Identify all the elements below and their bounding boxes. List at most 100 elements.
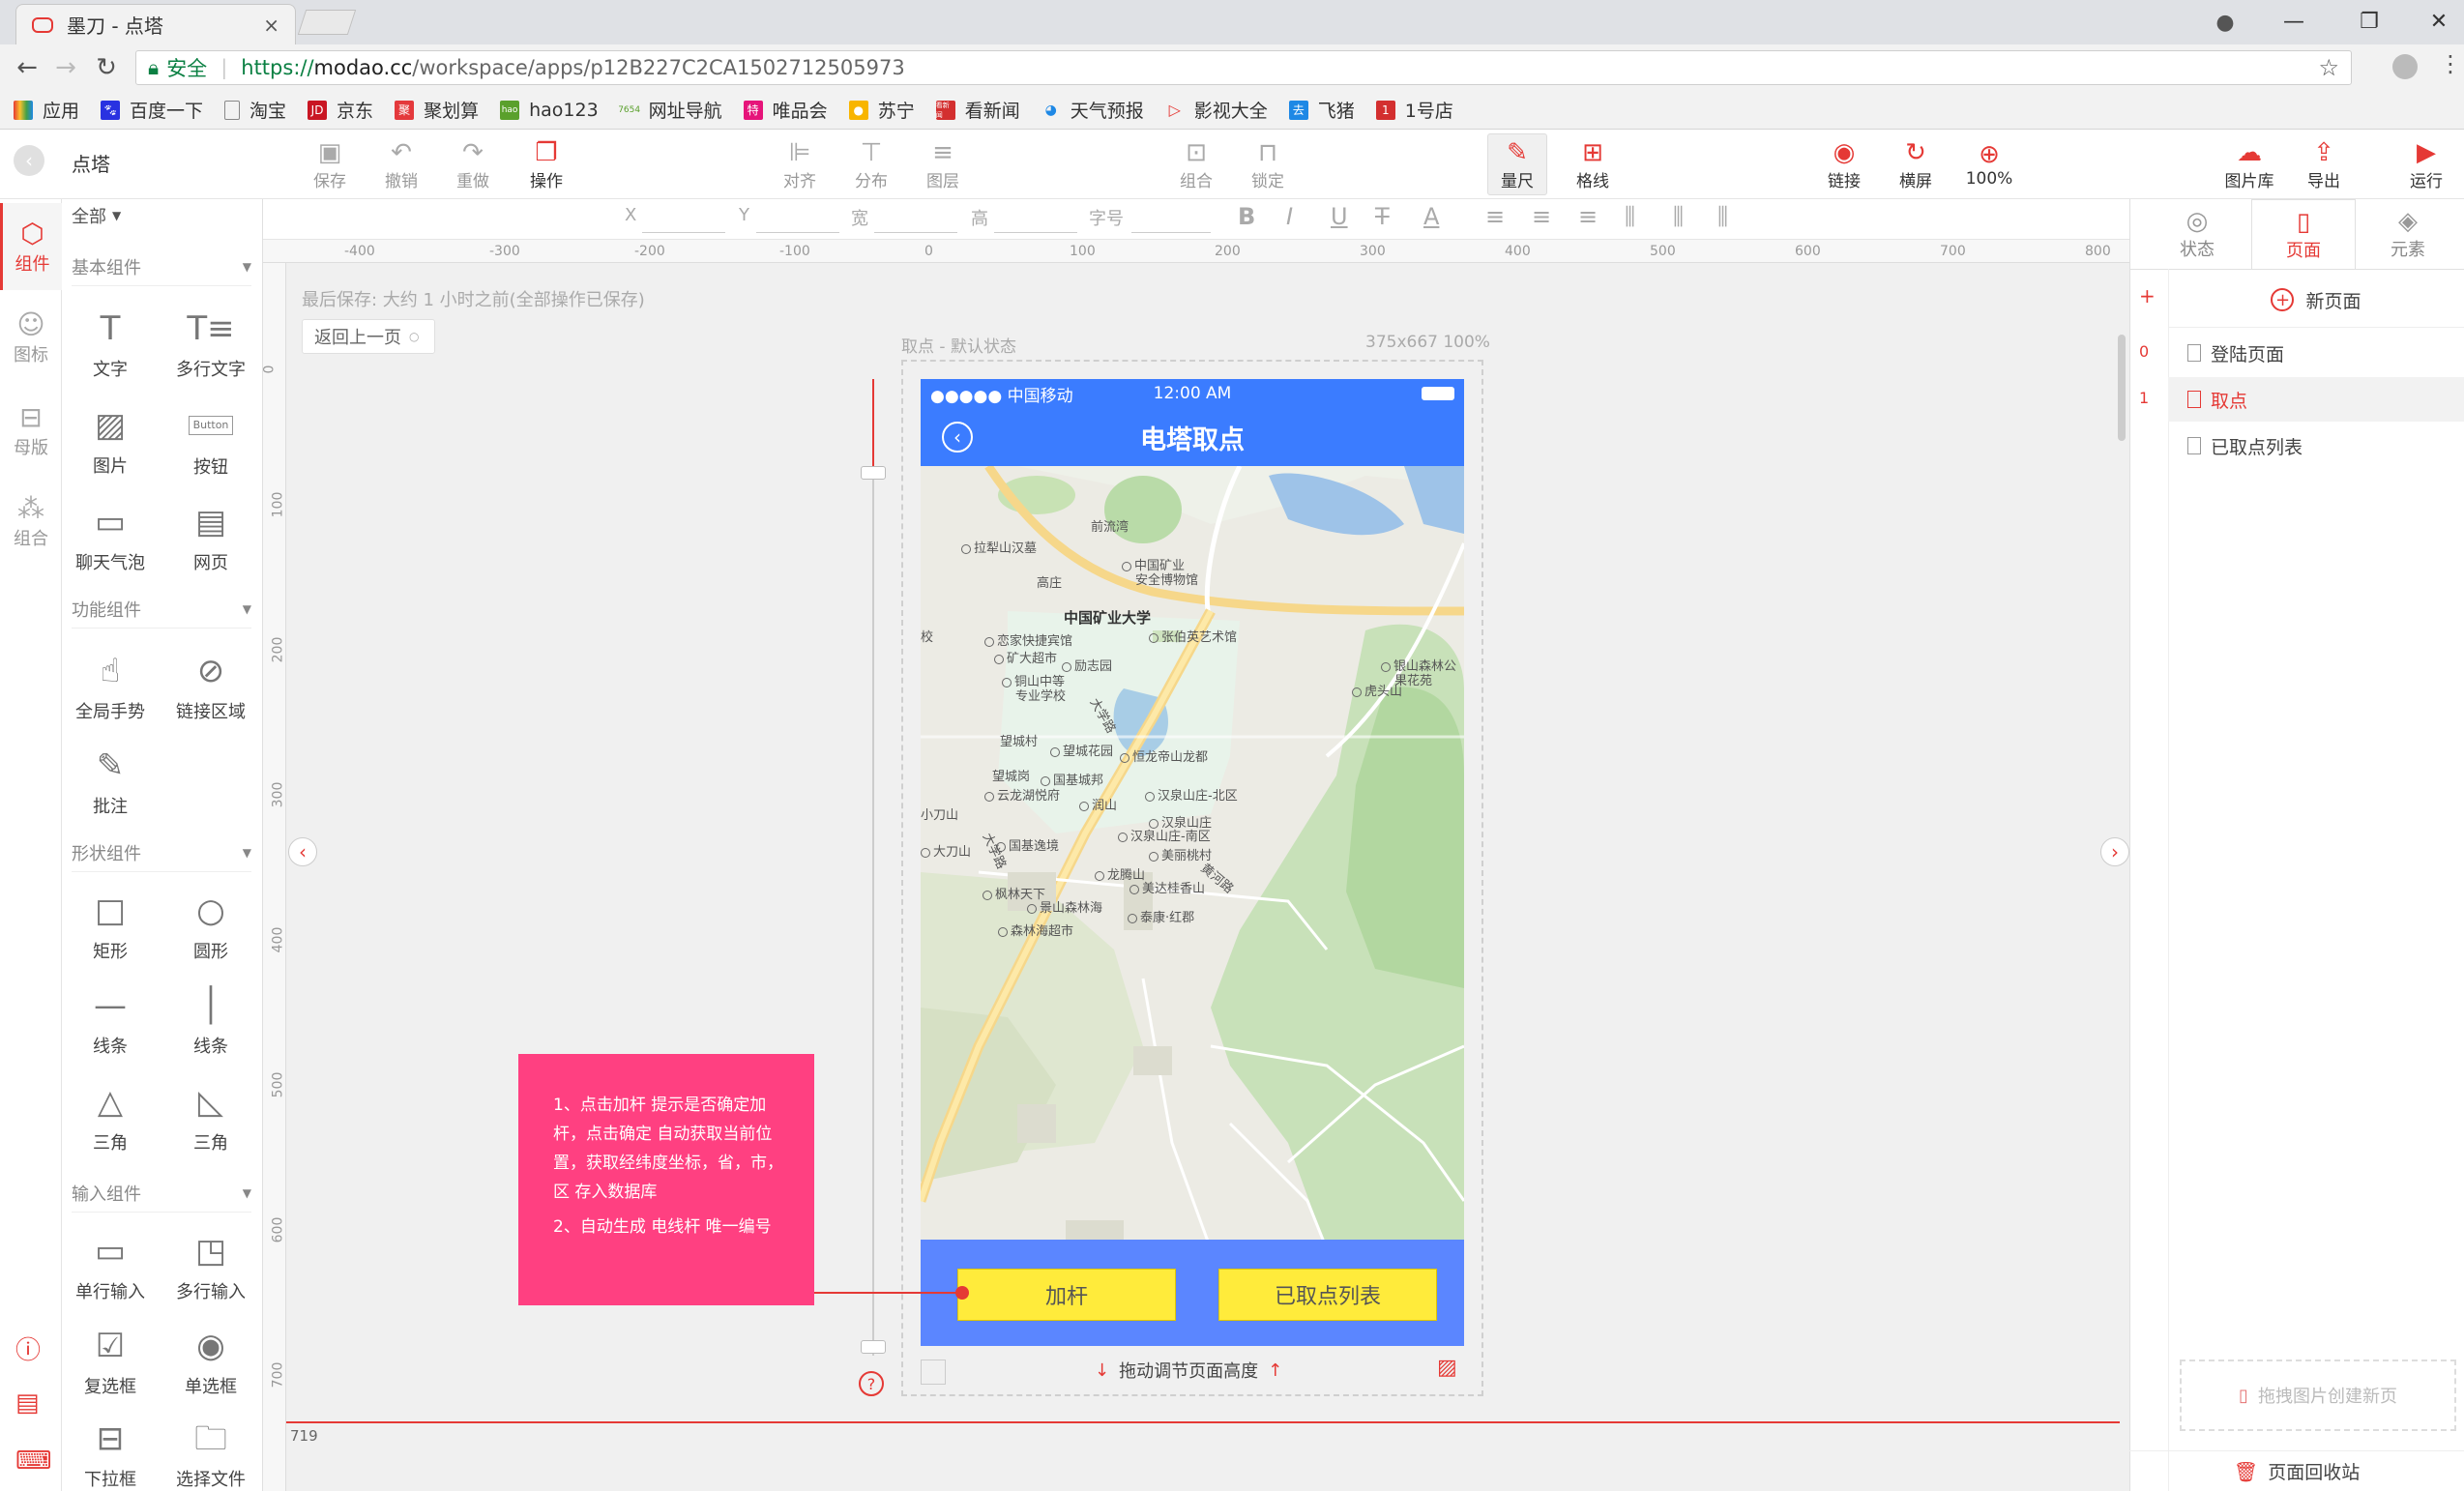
- add-page-plus-icon[interactable]: +: [2139, 284, 2156, 307]
- section-shape[interactable]: 形状组件 ▼: [72, 833, 251, 872]
- tab-states[interactable]: ◎ 状态: [2145, 199, 2249, 269]
- valign-top-icon[interactable]: ⫼: [1625, 203, 1635, 230]
- map-view[interactable]: 前流湾 拉犁山汉墓 中国矿业 安全博物馆 高庄 中国矿业大学 张伯英艺术馆 校 恋…: [921, 466, 1464, 1249]
- run-button[interactable]: ▶ 运行: [2392, 133, 2460, 195]
- link-button[interactable]: ◉ 链接: [1810, 133, 1878, 195]
- image-library-button[interactable]: ☁ 图片库: [2215, 133, 2284, 195]
- page-item-login[interactable]: 登陆页面: [2168, 331, 2464, 375]
- align-left-text-icon[interactable]: ≡: [1485, 203, 1505, 230]
- back-arrow-icon[interactable]: ←: [6, 44, 48, 91]
- comp-image[interactable]: ▨ 图片: [62, 395, 159, 487]
- comp-rectangle[interactable]: □ 矩形: [62, 880, 159, 973]
- comp-radio[interactable]: ◉ 单选框: [162, 1315, 259, 1408]
- left-tab-groups[interactable]: ⁂ 组合: [0, 478, 62, 565]
- back-to-workspace-icon[interactable]: ‹: [14, 145, 44, 176]
- collapse-right-icon[interactable]: ›: [2100, 837, 2129, 866]
- comp-multi-input[interactable]: ◳ 多行输入: [162, 1220, 259, 1313]
- canvas-scrollbar[interactable]: [2118, 335, 2126, 441]
- comp-triangle[interactable]: △ 三角: [62, 1071, 159, 1164]
- comp-dropdown[interactable]: ⊟ 下拉框: [62, 1408, 159, 1491]
- phone-screen[interactable]: ●●●●● 中国移动 12:00 AM 电塔取点 ‹ 前流湾 拉犁山汉墓 中国矿…: [921, 379, 1464, 1346]
- strikethrough-icon[interactable]: T: [1375, 203, 1390, 230]
- browser-tab[interactable]: 墨刀 - 点塔 ×: [15, 4, 296, 44]
- page-item-pick-point[interactable]: 取点: [2168, 377, 2464, 422]
- page-recycle-bin-button[interactable]: 🗑︎ 页面回收站: [2129, 1450, 2464, 1491]
- bookmark-weather[interactable]: ◕ 天气预报: [1041, 97, 1144, 123]
- height-slider-track[interactable]: [872, 379, 874, 1356]
- menu-kebab-icon[interactable]: ⋮: [2439, 50, 2462, 77]
- section-input[interactable]: 输入组件 ▼: [72, 1174, 251, 1213]
- tab-pages[interactable]: ▯ 页面: [2251, 199, 2356, 269]
- left-tab-icons[interactable]: ☺ 图标: [0, 294, 62, 381]
- bookmark-suning[interactable]: ● 苏宁: [848, 97, 915, 123]
- bookmark-taobao[interactable]: 淘宝: [224, 97, 286, 123]
- align-button[interactable]: ⊫ 对齐: [766, 133, 834, 195]
- collapse-left-icon[interactable]: ‹: [288, 837, 317, 866]
- annotation-note[interactable]: 1、点击加杆 提示是否确定加杆，点击确定 自动获取当前位置，获取经纬度坐标，省，…: [518, 1054, 814, 1305]
- comp-annotation[interactable]: ✎ 批注: [62, 735, 159, 828]
- bookmark-apps[interactable]: 应用: [14, 97, 79, 123]
- comp-right-triangle[interactable]: ◺ 三角: [162, 1071, 259, 1164]
- comp-circle[interactable]: ○ 圆形: [162, 880, 259, 973]
- slider-help-icon[interactable]: ?: [859, 1371, 884, 1396]
- grid-button[interactable]: ⊞ 格线: [1559, 133, 1627, 195]
- comp-webpage[interactable]: ▤ 网页: [162, 491, 259, 584]
- new-tab-button[interactable]: [297, 10, 357, 35]
- comp-checkbox[interactable]: ☑ 复选框: [62, 1315, 159, 1408]
- font-size-input[interactable]: [1131, 232, 1211, 233]
- page-item-collected-list[interactable]: 已取点列表: [2168, 424, 2464, 468]
- comp-single-input[interactable]: ▭ 单行输入: [62, 1220, 159, 1313]
- valign-bottom-icon[interactable]: ⫼: [1717, 203, 1728, 230]
- bookmark-baidu[interactable]: 🐾︎ 百度一下: [101, 97, 203, 123]
- help-icon[interactable]: ⓘ: [15, 1330, 41, 1366]
- book-icon[interactable]: ▤: [15, 1389, 40, 1418]
- new-page-button[interactable]: + 新页面: [2168, 277, 2464, 323]
- section-basic[interactable]: 基本组件 ▼: [72, 248, 251, 286]
- comp-global-gesture[interactable]: ☝ 全局手势: [62, 640, 159, 733]
- underline-icon[interactable]: U: [1331, 203, 1348, 230]
- distribute-button[interactable]: ⊤ 分布: [837, 133, 905, 195]
- comp-chat-bubble[interactable]: ▭ 聊天气泡: [62, 491, 159, 584]
- page-height-guide[interactable]: [286, 1421, 2120, 1423]
- minimize-icon[interactable]: —: [2263, 0, 2325, 43]
- phone-back-icon[interactable]: ‹: [942, 422, 973, 453]
- width-input[interactable]: [874, 232, 957, 233]
- close-window-icon[interactable]: ✕: [2408, 0, 2464, 43]
- comp-multiline-text[interactable]: T≡ 多行文字: [162, 298, 259, 391]
- text-color-icon[interactable]: A: [1423, 203, 1439, 230]
- layer-button[interactable]: ≡ 图层: [909, 133, 977, 195]
- bookmark-star-icon[interactable]: ☆: [2318, 54, 2339, 81]
- adjust-height-hint[interactable]: ↓ 拖动调节页面高度 ↑: [1095, 1358, 1282, 1383]
- align-center-text-icon[interactable]: ≡: [1532, 203, 1551, 230]
- bookmark-news[interactable]: 看新闻 看新闻: [935, 97, 1020, 123]
- group-button[interactable]: ⊡ 组合: [1162, 133, 1230, 195]
- comp-file-select[interactable]: 🗀︎ 选择文件: [162, 1408, 259, 1491]
- restore-icon[interactable]: ❐: [2338, 0, 2400, 43]
- bookmark-wangzhi[interactable]: 7654 网址导航: [618, 97, 721, 123]
- close-tab-icon[interactable]: ×: [263, 14, 279, 37]
- slider-handle-bottom[interactable]: [861, 1340, 886, 1354]
- background-image-icon[interactable]: ▨: [1437, 1356, 1457, 1380]
- section-function[interactable]: 功能组件 ▼: [72, 590, 251, 629]
- save-button[interactable]: ▣ 保存: [296, 133, 364, 195]
- url-bar[interactable]: 🔒︎ 安全 | https://modao.cc/workspace/apps/…: [135, 50, 2352, 85]
- redo-button[interactable]: ↷ 重做: [439, 133, 507, 195]
- lock-button[interactable]: ⊓ 锁定: [1234, 133, 1302, 195]
- comp-vertical-line[interactable]: │ 线条: [162, 975, 259, 1067]
- landscape-button[interactable]: ↻ 横屏: [1882, 133, 1950, 195]
- export-button[interactable]: ⇪ 导出: [2290, 133, 2358, 195]
- profile-icon[interactable]: ●: [2211, 8, 2240, 37]
- valign-middle-icon[interactable]: ⫼: [1673, 203, 1684, 230]
- annotation-anchor-dot[interactable]: [955, 1286, 969, 1300]
- undo-button[interactable]: ↶ 撤销: [367, 133, 435, 195]
- comp-button[interactable]: Button 按钮: [162, 395, 259, 487]
- y-input[interactable]: [756, 232, 839, 233]
- x-input[interactable]: [642, 232, 725, 233]
- operate-button[interactable]: ❐ 操作: [513, 133, 580, 195]
- bold-icon[interactable]: B: [1238, 203, 1255, 230]
- bookmark-yhd[interactable]: 1 1号店: [1375, 97, 1453, 123]
- bookmark-video[interactable]: ▷ 影视大全: [1165, 97, 1268, 123]
- drop-image-area[interactable]: ▯ 拖拽图片创建新页: [2180, 1359, 2456, 1431]
- comp-link-area[interactable]: ⊘ 链接区域: [162, 640, 259, 733]
- reload-icon[interactable]: ↻: [85, 44, 128, 91]
